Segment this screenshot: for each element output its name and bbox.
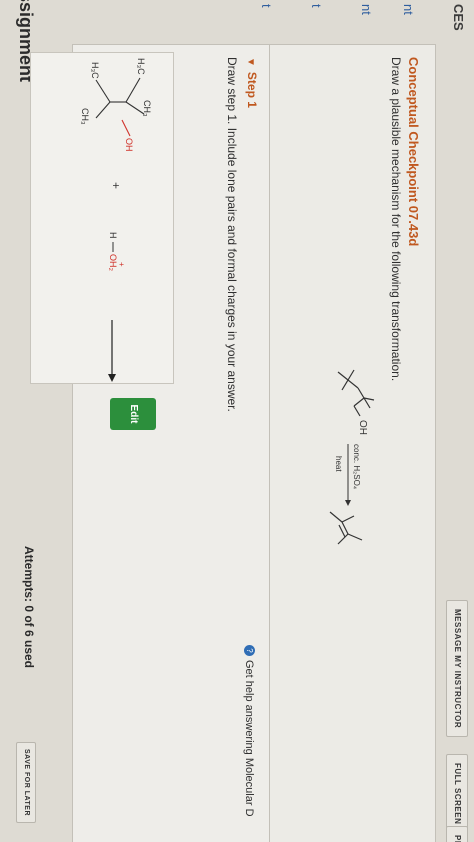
plus-sign: + bbox=[109, 182, 123, 189]
screen: ssignment CES nt nt t t MESSAGE MY INSTR… bbox=[0, 0, 474, 842]
edit-button[interactable]: Edit bbox=[110, 398, 156, 430]
h3c-label-b: H₃C bbox=[90, 62, 100, 79]
hydronium-h-label: H bbox=[108, 232, 118, 239]
attempts-counter: Attempts: 0 of 6 used bbox=[22, 546, 36, 669]
ch3-label-b: CH₃ bbox=[80, 108, 90, 125]
step-structures: H₃C CH₃ OH H₃C CH₃ + H OH₂ + bbox=[80, 58, 152, 382]
formal-charge-label: + bbox=[117, 262, 126, 267]
oh-label: OH bbox=[124, 138, 134, 152]
save-for-later-button[interactable]: SAVE FOR LATER bbox=[16, 742, 36, 824]
c-o-bond bbox=[121, 119, 131, 137]
h3c-label-a: H₃C bbox=[136, 58, 146, 75]
mechanism-arrowhead bbox=[108, 374, 116, 382]
ch3-label-a: CH₃ bbox=[142, 100, 152, 117]
alcohol-structure bbox=[95, 77, 145, 119]
